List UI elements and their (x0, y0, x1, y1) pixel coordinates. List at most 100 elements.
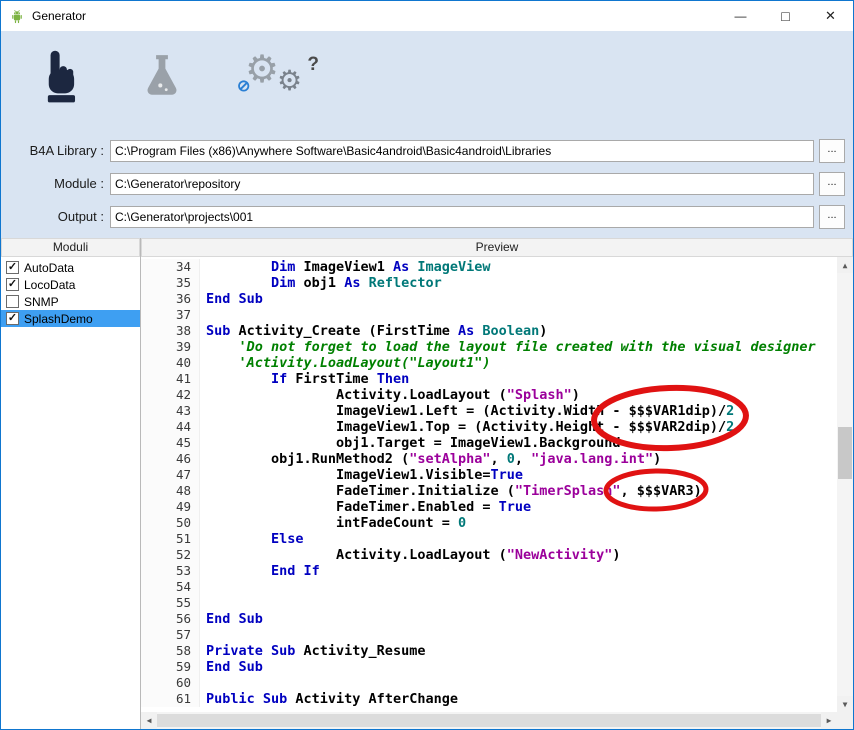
line-number: 38 (141, 323, 200, 339)
code-line-47: 47 ImageView1.Visible=True (141, 467, 837, 483)
touch-tool-button[interactable] (27, 48, 85, 111)
android-app-icon (9, 8, 25, 24)
line-number: 43 (141, 403, 200, 419)
module-label: SplashDemo (24, 311, 93, 326)
line-number: 36 (141, 291, 200, 307)
code-line-38: 38 Sub Activity_Create (FirstTime As Bool… (141, 323, 837, 339)
generator-window: Generator — □ ✕ ⚙ ⚙ ⊘ ? B4A Library: C:… (0, 0, 854, 730)
code-text: ImageView1.Visible=True (206, 467, 523, 483)
scroll-up-arrow[interactable]: ▲ (837, 257, 853, 273)
code-text: Activity.LoadLayout ("Splash") (206, 387, 580, 403)
preview-header: Preview (141, 238, 853, 257)
b4a-library-input[interactable] (110, 139, 814, 162)
line-number: 46 (141, 451, 200, 467)
code-text: 'Activity.LoadLayout("Layout1") (206, 355, 491, 371)
settings-tool-button[interactable]: ⚙ ⚙ ⊘ ? (237, 51, 319, 109)
main-area: Moduli ✓ AutoData ✓ LocoData SNMP ✓ SplashDemo… (1, 238, 853, 729)
module-browse-button[interactable]: ... (819, 171, 845, 196)
code-text: Sub Activity_Create (FirstTime As Boolea… (206, 323, 548, 339)
scroll-right-arrow[interactable]: ▶ (821, 712, 837, 729)
scroll-left-arrow[interactable]: ◀ (141, 712, 157, 729)
line-number: 59 (141, 659, 200, 675)
line-number: 42 (141, 387, 200, 403)
code-line-56: 56 End Sub (141, 611, 837, 627)
horizontal-scrollbar[interactable]: ◀ ▶ (141, 712, 837, 729)
minimize-button[interactable]: — (718, 1, 763, 31)
code-line-41: 41 If FirstTime Then (141, 371, 837, 387)
vertical-scrollbar[interactable]: ▲ ▼ (837, 257, 853, 712)
moduli-panel: Moduli ✓ AutoData ✓ LocoData SNMP ✓ SplashDemo (1, 238, 141, 729)
code-text: 'Do not forget to load the layout file c… (206, 339, 816, 355)
module-checkbox[interactable]: ✓ (6, 278, 19, 291)
line-number: 35 (141, 275, 200, 291)
line-number: 49 (141, 499, 200, 515)
module-item-snmp[interactable]: SNMP (1, 293, 140, 310)
module-checkbox[interactable] (6, 295, 19, 308)
code-line-42: 42 Activity.LoadLayout ("Splash") (141, 387, 837, 403)
gear-small-icon: ⚙ (277, 64, 303, 96)
scroll-down-arrow[interactable]: ▼ (837, 696, 853, 712)
top-zone: ⚙ ⚙ ⊘ ? B4A Library : ... Module : ... O… (1, 31, 853, 238)
output-browse-button[interactable]: ... (819, 204, 845, 229)
code-text: If FirstTime Then (271, 371, 410, 387)
line-number: 40 (141, 355, 200, 371)
close-button[interactable]: ✕ (808, 1, 853, 31)
code-line-55: 55 (141, 595, 837, 611)
module-label: SNMP (24, 294, 59, 309)
line-number: 48 (141, 483, 200, 499)
code-text: obj1.Target = ImageView1.Background (206, 435, 621, 451)
code-line-58: 58 Private Sub Activity_Resume (141, 643, 837, 659)
maximize-button[interactable]: □ (763, 1, 808, 31)
path-fields: B4A Library : ... Module : ... Output : … (1, 128, 853, 233)
code-text: End Sub (206, 291, 263, 307)
line-number: 61 (141, 691, 200, 707)
code-line-46: 46 obj1.RunMethod2 ("setAlpha", 0, "java… (141, 451, 837, 467)
module-checkbox[interactable]: ✓ (6, 261, 19, 274)
code-line-44: 44 ImageView1.Top = (Activity.Height - $… (141, 419, 837, 435)
code-line-57: 57 (141, 627, 837, 643)
code-line-40: 40 'Activity.LoadLayout("Layout1") (141, 355, 837, 371)
code-line-53: 53 End If (141, 563, 837, 579)
window-title: Generator (32, 9, 87, 23)
hand-tap-icon (27, 48, 85, 111)
line-number: 57 (141, 627, 200, 643)
module-item-autodata[interactable]: ✓ AutoData (1, 259, 140, 276)
code-line-39: 39 'Do not forget to load the layout fil… (141, 339, 837, 355)
code-area: 34 Dim ImageView1 As ImageView 35 Dim obj… (141, 257, 853, 729)
module-label: LocoData (24, 277, 76, 292)
line-number: 37 (141, 307, 200, 323)
line-number: 41 (141, 371, 200, 387)
module-checkbox[interactable]: ✓ (6, 312, 19, 325)
code-line-49: 49 FadeTimer.Enabled = True (141, 499, 837, 515)
line-number: 56 (141, 611, 200, 627)
code-line-43: 43 ImageView1.Left = (Activity.Width - $… (141, 403, 837, 419)
code-text: End Sub (206, 611, 263, 627)
window-controls: — □ ✕ (718, 1, 853, 31)
preview-panel: Preview 34 Dim ImageView1 As ImageView 35… (141, 238, 853, 729)
code-text: obj1.RunMethod2 ("setAlpha", 0, "java.la… (206, 451, 662, 467)
code-line-51: 51 Else (141, 531, 837, 547)
module-item-splashdemo[interactable]: ✓ SplashDemo (1, 310, 140, 327)
code-line-54: 54 (141, 579, 837, 595)
flask-icon (135, 50, 189, 109)
module-item-locodata[interactable]: ✓ LocoData (1, 276, 140, 293)
b4a-library-label: B4A Library : (29, 143, 104, 158)
code-text: Dim obj1 As Reflector (271, 275, 442, 291)
code-lines: 34 Dim ImageView1 As ImageView 35 Dim obj… (141, 259, 837, 712)
b4a-library-row: B4A Library : ... (1, 134, 853, 167)
output-input[interactable] (110, 205, 814, 228)
line-number: 45 (141, 435, 200, 451)
code-line-34: 34 Dim ImageView1 As ImageView (141, 259, 837, 275)
lab-tool-button[interactable] (135, 50, 189, 109)
b4a-library-browse-button[interactable]: ... (819, 138, 845, 163)
module-row: Module : ... (1, 167, 853, 200)
code-text: Else (271, 531, 304, 547)
code-text: ImageView1.Left = (Activity.Width - $$$V… (206, 403, 735, 419)
horizontal-scroll-thumb[interactable] (157, 714, 821, 727)
vertical-scroll-thumb[interactable] (838, 427, 852, 479)
module-input[interactable] (110, 172, 814, 195)
code-text: Activity.LoadLayout ("NewActivity") (206, 547, 621, 563)
moduli-header: Moduli (1, 238, 140, 257)
